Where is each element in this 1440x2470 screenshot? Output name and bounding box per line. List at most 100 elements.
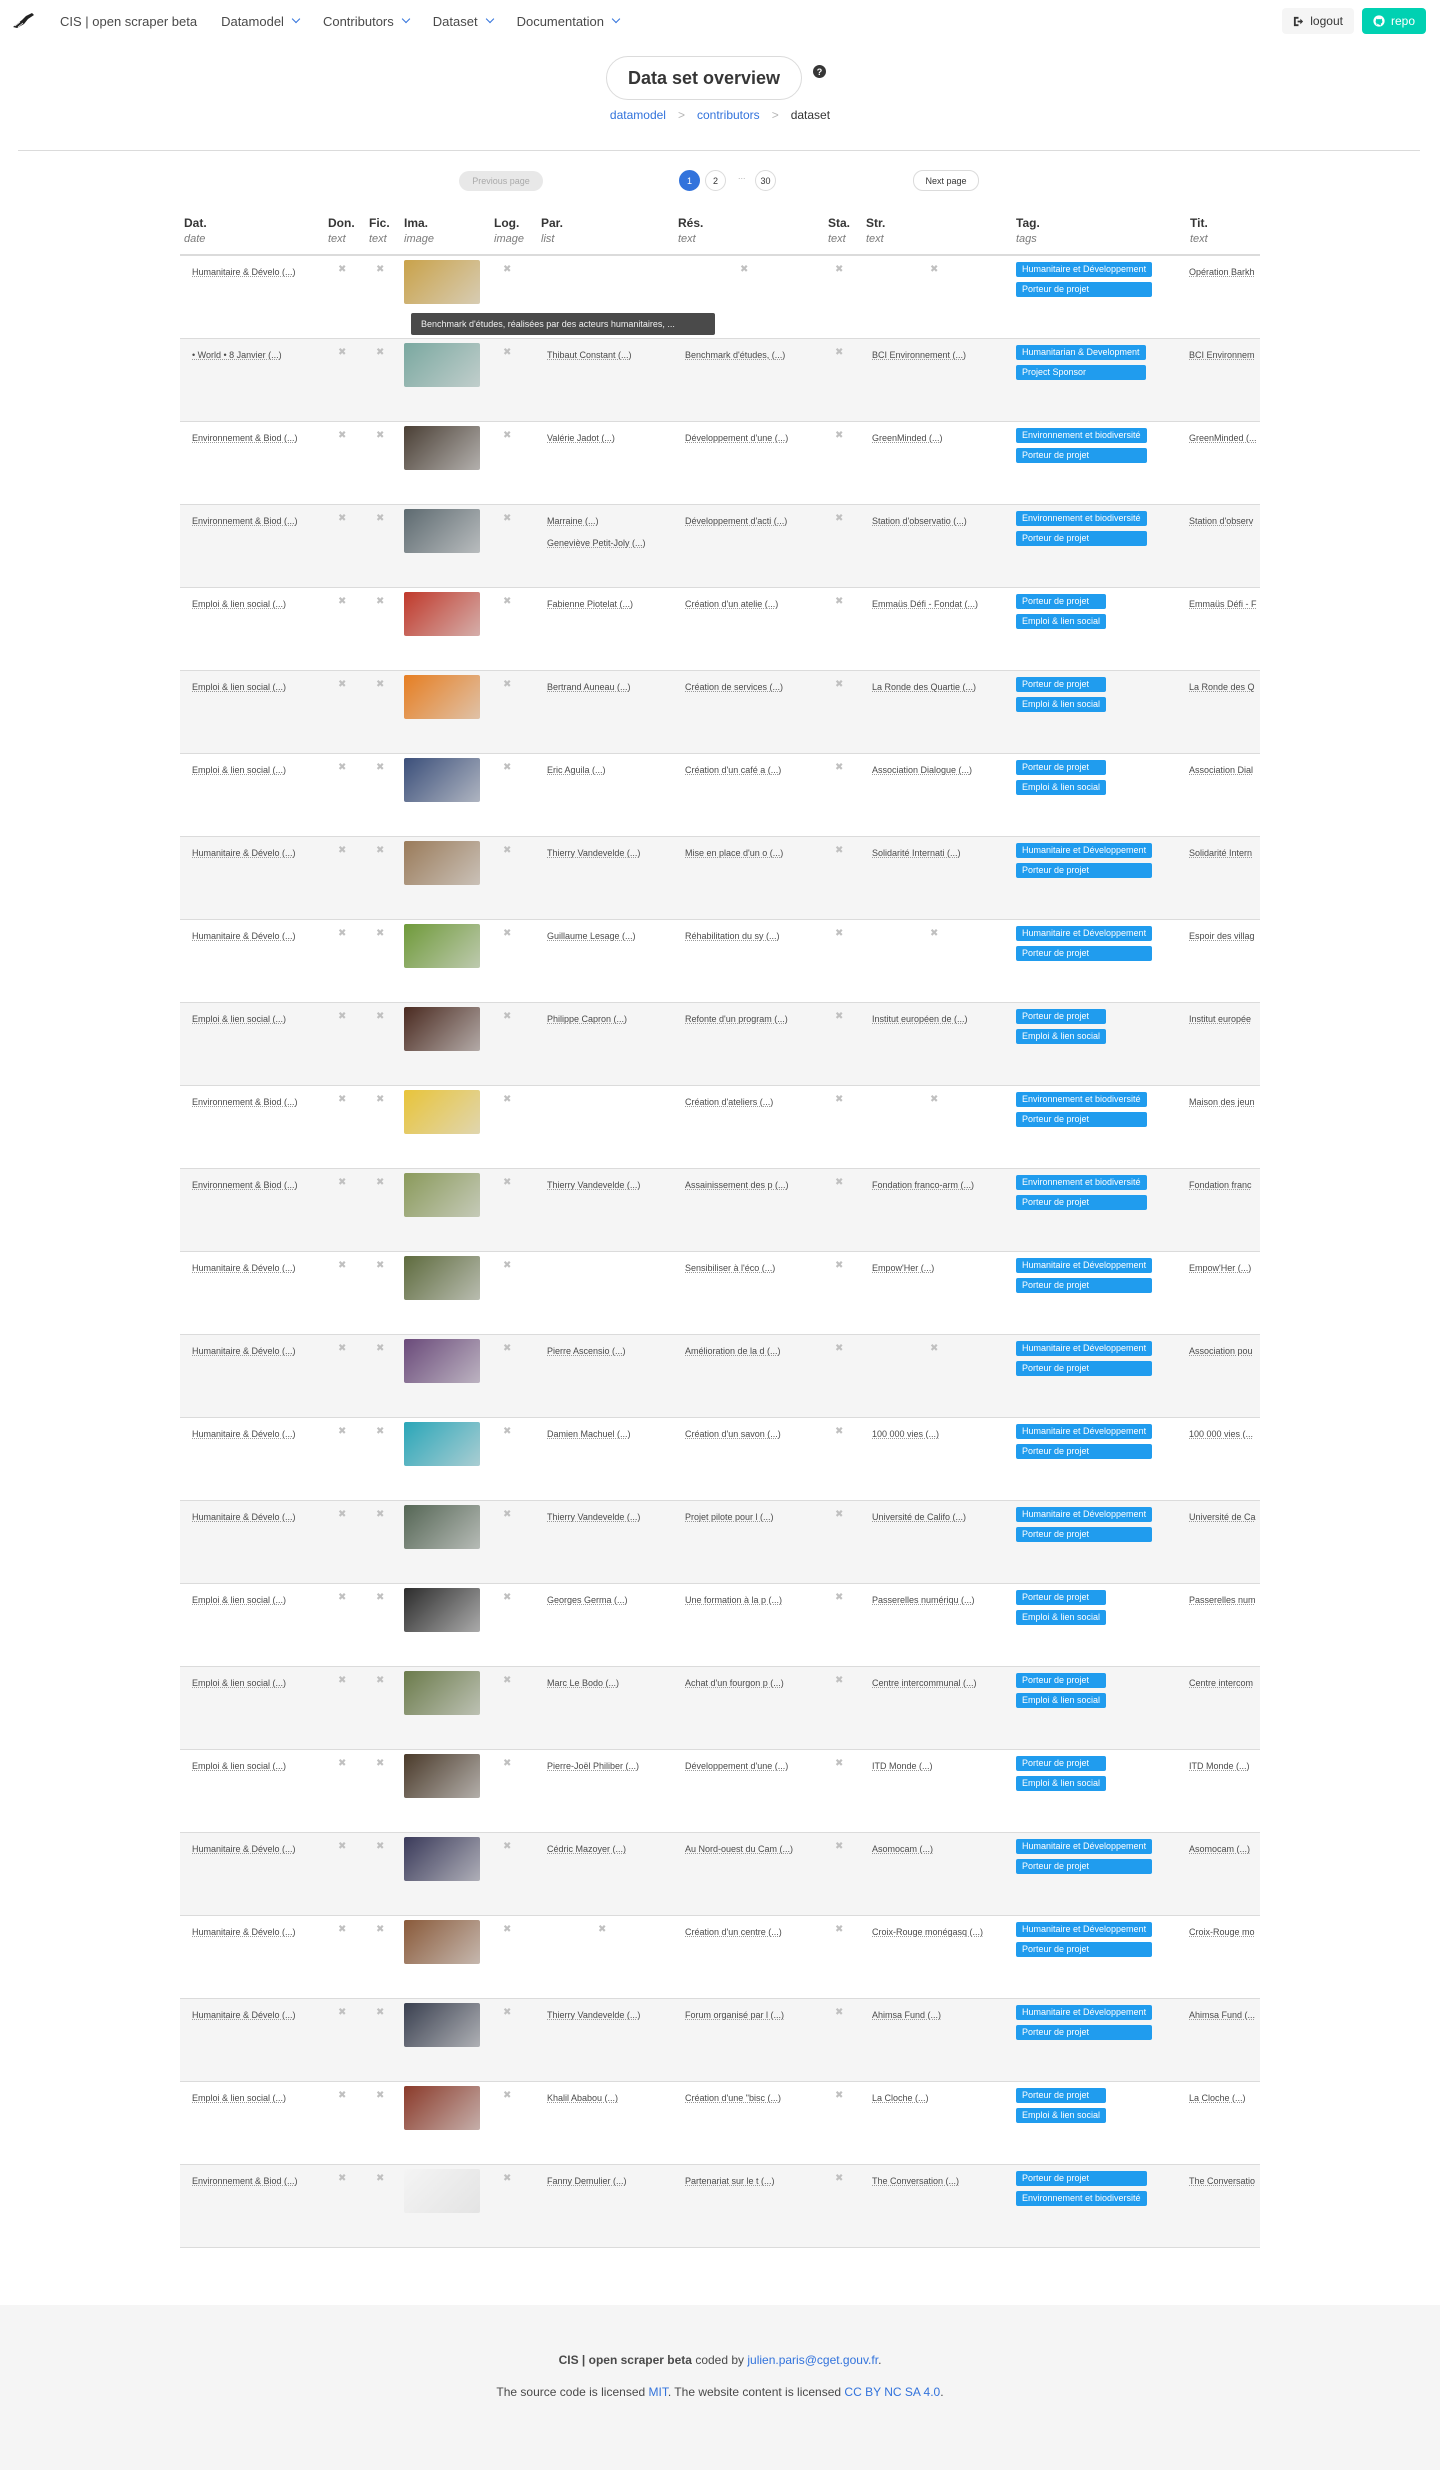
cell-participants[interactable]: Thierry Vandevelde (...) — [547, 1512, 640, 1522]
tag-badge[interactable]: Emploi & lien social — [1016, 2108, 1107, 2123]
tag-badge[interactable]: Porteur de projet — [1016, 2025, 1153, 2040]
cell-title[interactable]: GreenMinded (... — [1189, 433, 1257, 443]
tag-badge[interactable]: Emploi & lien social — [1016, 1693, 1107, 1708]
tag-badge[interactable]: Humanitaire et Développement — [1016, 1922, 1153, 1937]
tag-badge[interactable]: Environnement et biodiversité — [1016, 1092, 1147, 1107]
tag-badge[interactable]: Humanitaire et Développement — [1016, 1839, 1153, 1854]
cell-summary[interactable]: Forum organisé par l (...) — [685, 2010, 784, 2020]
tag-badge[interactable]: Porteur de projet — [1016, 1590, 1107, 1605]
cell-participants[interactable]: Eric Aguila (...) — [547, 765, 606, 775]
cell-summary[interactable]: Assainissement des p (...) — [685, 1180, 789, 1190]
cell-structure[interactable]: Croix-Rouge monégasq (...) — [872, 1927, 983, 1937]
column-header[interactable]: Tag. tags — [1016, 216, 1040, 245]
project-image[interactable] — [404, 1256, 480, 1300]
cell-structure[interactable]: Association Dialogue (...) — [872, 765, 972, 775]
tag-badge[interactable]: Porteur de projet — [1016, 677, 1107, 692]
cell-title[interactable]: La Ronde des Q — [1189, 682, 1255, 692]
project-image[interactable] — [404, 260, 480, 304]
cell-title[interactable]: Association Dial — [1189, 765, 1253, 775]
cell-structure[interactable]: Centre intercommunal (...) — [872, 1678, 977, 1688]
cell-participants[interactable]: Bertrand Auneau (...) — [547, 682, 631, 692]
cell-summary[interactable]: Création d'ateliers (...) — [685, 1097, 773, 1107]
tag-badge[interactable]: Emploi & lien social — [1016, 697, 1107, 712]
cell-title[interactable]: Empow'Her (...) — [1189, 1263, 1251, 1273]
cell-date[interactable]: Environnement & Biod (...) — [192, 1180, 298, 1190]
cell-structure[interactable]: Asomocam (...) — [872, 1844, 933, 1854]
cell-date[interactable]: Environnement & Biod (...) — [192, 1097, 298, 1107]
project-image[interactable] — [404, 592, 480, 636]
cell-structure[interactable]: Passerelles numériqu (...) — [872, 1595, 975, 1605]
project-image[interactable] — [404, 1754, 480, 1798]
cell-structure[interactable]: 100 000 vies (...) — [872, 1429, 939, 1439]
tag-badge[interactable]: Environnement et biodiversité — [1016, 2191, 1147, 2206]
next-page-button[interactable]: Next page — [913, 170, 979, 191]
cell-summary[interactable]: Amélioration de la d (...) — [685, 1346, 781, 1356]
tag-badge[interactable]: Porteur de projet — [1016, 2171, 1147, 2186]
column-header[interactable]: Don. text — [328, 216, 355, 245]
cell-date[interactable]: Emploi & lien social (...) — [192, 1595, 286, 1605]
column-header[interactable]: Rés. text — [678, 216, 703, 245]
tag-badge[interactable]: Humanitaire et Développement — [1016, 1258, 1153, 1273]
project-image[interactable] — [404, 1422, 480, 1466]
footer-email-link[interactable]: julien.paris@cget.gouv.fr — [747, 2353, 878, 2367]
cell-date[interactable]: Emploi & lien social (...) — [192, 599, 286, 609]
cell-participants[interactable]: Valérie Jadot (...) — [547, 433, 615, 443]
cell-date[interactable]: Emploi & lien social (...) — [192, 682, 286, 692]
cell-date[interactable]: Humanitaire & Dévelo (...) — [192, 2010, 296, 2020]
project-image[interactable] — [404, 924, 480, 968]
tag-badge[interactable]: Humanitaire et Développement — [1016, 1424, 1153, 1439]
tag-badge[interactable]: Porteur de projet — [1016, 1756, 1107, 1771]
cell-date[interactable]: Humanitaire & Dévelo (...) — [192, 1512, 296, 1522]
cell-summary[interactable]: Au Nord-ouest du Cam (...) — [685, 1844, 793, 1854]
project-image[interactable] — [404, 1588, 480, 1632]
project-image[interactable] — [404, 1090, 480, 1134]
cell-structure[interactable]: BCI Environnement (...) — [872, 350, 966, 360]
cell-title[interactable]: 100 000 vies (... — [1189, 1429, 1253, 1439]
cell-title[interactable]: The Conversatio — [1189, 2176, 1255, 2186]
cell-participants[interactable]: Thierry Vandevelde (...) — [547, 2010, 640, 2020]
project-image[interactable] — [404, 509, 480, 553]
cell-date[interactable]: Humanitaire & Dévelo (...) — [192, 848, 296, 858]
tag-badge[interactable]: Environnement et biodiversité — [1016, 428, 1147, 443]
column-header[interactable]: Ima. image — [404, 216, 434, 245]
nav-dataset-menu[interactable]: Dataset — [421, 0, 505, 42]
cell-date[interactable]: Environnement & Biod (...) — [192, 516, 298, 526]
project-image[interactable] — [404, 2169, 480, 2213]
tag-badge[interactable]: Porteur de projet — [1016, 1673, 1107, 1688]
cell-date[interactable]: Humanitaire & Dévelo (...) — [192, 1263, 296, 1273]
tag-badge[interactable]: Humanitaire et Développement — [1016, 2005, 1153, 2020]
tag-badge[interactable]: Project Sponsor — [1016, 365, 1146, 380]
cell-title[interactable]: Asomocam (...) — [1189, 1844, 1250, 1854]
column-header[interactable]: Fic. text — [369, 216, 390, 245]
tag-badge[interactable]: Porteur de projet — [1016, 594, 1107, 609]
cell-title[interactable]: Association pou — [1189, 1346, 1253, 1356]
tag-badge[interactable]: Porteur de projet — [1016, 1942, 1153, 1957]
nav-datamodel-menu[interactable]: Datamodel — [209, 0, 311, 42]
cell-summary[interactable]: Création d'une "bisc (...) — [685, 2093, 781, 2103]
cell-title[interactable]: Maison des jeun — [1189, 1097, 1255, 1107]
cell-structure[interactable]: La Cloche (...) — [872, 2093, 929, 2103]
cell-title[interactable]: Université de Ca — [1189, 1512, 1256, 1522]
cell-participants[interactable]: Marraine (...) Geneviève Petit-Joly (...) — [547, 516, 646, 548]
cell-summary[interactable]: Projet pilote pour l (...) — [685, 1512, 774, 1522]
tag-badge[interactable]: Porteur de projet — [1016, 1444, 1153, 1459]
cell-structure[interactable]: Empow'Her (...) — [872, 1263, 934, 1273]
cell-title[interactable]: Espoir des villag — [1189, 931, 1255, 941]
cell-structure[interactable]: La Ronde des Quartie (...) — [872, 682, 976, 692]
cell-title[interactable]: ITD Monde (...) — [1189, 1761, 1250, 1771]
tag-badge[interactable]: Porteur de projet — [1016, 531, 1147, 546]
tag-badge[interactable]: Environnement et biodiversité — [1016, 1175, 1147, 1190]
cell-summary[interactable]: Développement d'acti (...) — [685, 516, 787, 526]
cell-date[interactable]: Environnement & Biod (...) — [192, 433, 298, 443]
tag-badge[interactable]: Humanitarian & Development — [1016, 345, 1146, 360]
cell-title[interactable]: Centre intercom — [1189, 1678, 1253, 1688]
cell-title[interactable]: BCI Environnem — [1189, 350, 1255, 360]
breadcrumb-datamodel-link[interactable]: datamodel — [610, 108, 666, 122]
cell-date[interactable]: Emploi & lien social (...) — [192, 765, 286, 775]
cell-date[interactable]: Humanitaire & Dévelo (...) — [192, 1927, 296, 1937]
cell-summary[interactable]: Création d'un atelie (...) — [685, 599, 778, 609]
cell-date[interactable]: Humanitaire & Dévelo (...) — [192, 1346, 296, 1356]
project-image[interactable] — [404, 758, 480, 802]
page-2-button[interactable]: 2 — [705, 170, 726, 191]
tag-badge[interactable]: Porteur de projet — [1016, 1527, 1153, 1542]
